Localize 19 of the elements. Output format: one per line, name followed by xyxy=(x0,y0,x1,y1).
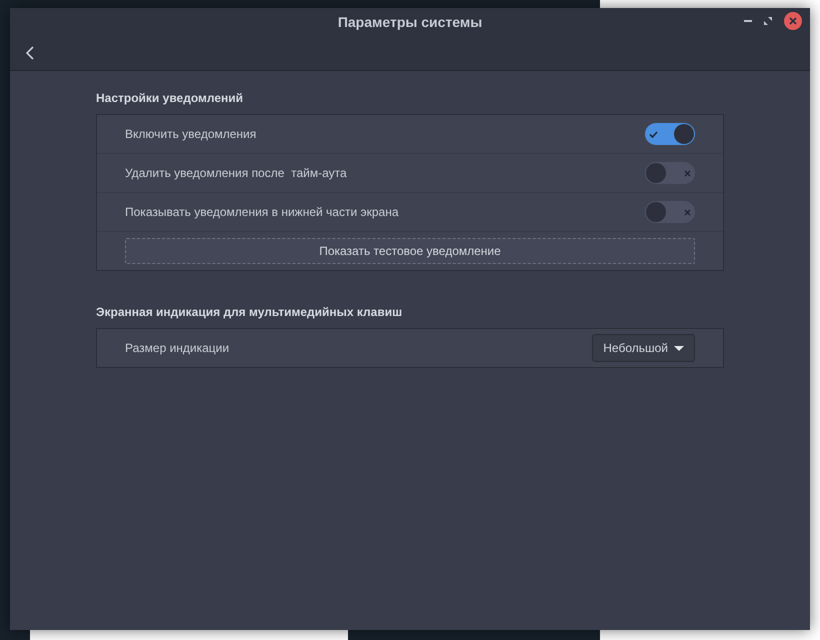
maximize-icon[interactable] xyxy=(764,17,772,25)
size-dropdown[interactable]: Небольшой xyxy=(592,334,695,362)
setting-label: Включить уведомления xyxy=(125,127,256,141)
setting-label: Показывать уведомления в нижней части экрана xyxy=(125,205,399,219)
caret-icon xyxy=(674,346,684,350)
close-icon[interactable] xyxy=(784,12,802,30)
cross-icon xyxy=(684,208,691,216)
toggle-switch[interactable] xyxy=(645,162,695,184)
test-notification-button[interactable]: Показать тестовое уведомление xyxy=(125,238,695,264)
section-title: Экранная индикация для мультимедийных клавиш xyxy=(96,305,404,319)
back-button[interactable] xyxy=(26,46,34,60)
cross-icon xyxy=(684,170,691,176)
setting-label: Удалить уведомления после тайм-аута xyxy=(125,166,347,180)
toggle-switch[interactable] xyxy=(645,123,695,145)
toggle-switch[interactable] xyxy=(645,201,695,223)
setting-label: Размер индикации xyxy=(125,341,230,355)
window-title: Параметры системы xyxy=(338,14,482,30)
check-icon xyxy=(649,130,658,138)
section-title: Настройки уведомлений xyxy=(96,91,244,105)
